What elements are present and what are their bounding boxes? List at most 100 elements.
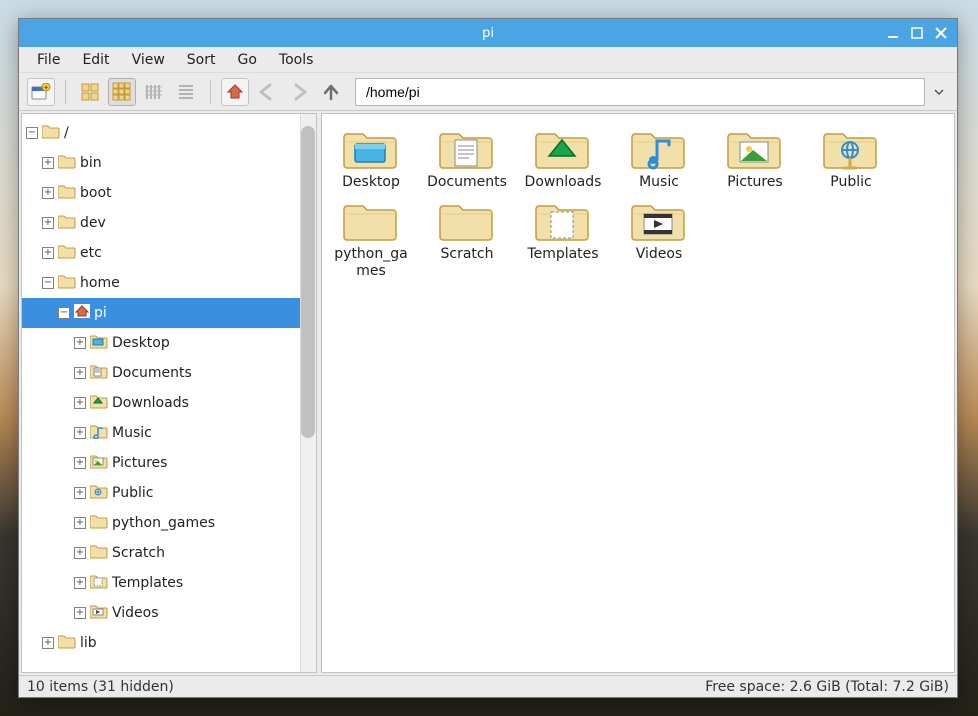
view-small-icons-button[interactable]: [108, 78, 136, 106]
window-title: pi: [482, 26, 494, 41]
up-button[interactable]: [317, 78, 345, 106]
folder-label: Pictures: [727, 174, 782, 192]
tree-item-desktop[interactable]: + Desktop: [22, 328, 316, 358]
menu-edit[interactable]: Edit: [72, 49, 119, 71]
path-bar[interactable]: [355, 78, 925, 106]
tree-item-label: dev: [80, 215, 106, 231]
folder-mini-blue-icon: [90, 333, 108, 353]
tree-expander-icon[interactable]: +: [74, 577, 86, 589]
tree-item-pi[interactable]: − pi: [22, 298, 316, 328]
folder-icon: [58, 183, 76, 203]
tree-item-public[interactable]: + Public: [22, 478, 316, 508]
minimize-button[interactable]: [881, 21, 905, 45]
close-button[interactable]: [929, 21, 953, 45]
toolbar: ✦: [19, 73, 957, 111]
folder-label: Documents: [427, 174, 507, 192]
folder-label: Templates: [527, 246, 598, 264]
folder-icon: [439, 196, 495, 244]
folder-mini-pic-icon: [90, 453, 108, 473]
sidebar-scrollbar-thumb[interactable]: [301, 126, 315, 438]
tree-item-lib[interactable]: + lib: [22, 628, 316, 658]
tree-expander-icon[interactable]: +: [42, 247, 54, 259]
folder-desktop[interactable]: Desktop: [328, 124, 414, 192]
folder-pictures[interactable]: Pictures: [712, 124, 798, 192]
tree-item-python-games[interactable]: + python_games: [22, 508, 316, 538]
tree-item-label: home: [80, 275, 120, 291]
view-large-icons-button[interactable]: [76, 78, 104, 106]
tree-expander-icon[interactable]: +: [74, 547, 86, 559]
menu-file[interactable]: File: [27, 49, 70, 71]
tree-item-scratch[interactable]: + Scratch: [22, 538, 316, 568]
view-compact-button[interactable]: [140, 78, 168, 106]
path-input[interactable]: [364, 83, 916, 101]
forward-button[interactable]: [285, 78, 313, 106]
tree-expander-icon[interactable]: +: [74, 517, 86, 529]
tree-expander-icon[interactable]: +: [42, 637, 54, 649]
tree-expander-icon[interactable]: +: [74, 607, 86, 619]
folder-videos-icon: [631, 196, 687, 244]
tree-expander-icon[interactable]: +: [74, 397, 86, 409]
tree-item-videos[interactable]: + Videos: [22, 598, 316, 628]
tree-item-templates[interactable]: + Templates: [22, 568, 316, 598]
tree-expander-icon[interactable]: +: [42, 217, 54, 229]
tree-expander-icon[interactable]: +: [42, 187, 54, 199]
folder-downloads[interactable]: Downloads: [520, 124, 606, 192]
folder-documents[interactable]: Documents: [424, 124, 510, 192]
tree-item-label: python_games: [112, 515, 215, 531]
tree-expander-icon[interactable]: −: [26, 127, 38, 139]
tree-item-bin[interactable]: + bin: [22, 148, 316, 178]
sidebar-tree[interactable]: − / + bin + boot + dev + etc − home − pi…: [21, 113, 317, 673]
folder-mini-vid-icon: [90, 603, 108, 623]
tree-item-label: Public: [112, 485, 153, 501]
home-button[interactable]: [221, 78, 249, 106]
tree-expander-icon[interactable]: +: [74, 367, 86, 379]
menu-tools[interactable]: Tools: [269, 49, 324, 71]
tree-expander-icon[interactable]: +: [74, 337, 86, 349]
folder-music[interactable]: Music: [616, 124, 702, 192]
maximize-button[interactable]: [905, 21, 929, 45]
tree-expander-icon[interactable]: +: [74, 487, 86, 499]
tree-item-documents[interactable]: + Documents: [22, 358, 316, 388]
new-tab-button[interactable]: ✦: [27, 78, 55, 106]
path-history-dropdown[interactable]: [929, 78, 949, 106]
tree-item-home[interactable]: − home: [22, 268, 316, 298]
menu-view[interactable]: View: [122, 49, 175, 71]
folder-mini-dl-icon: [90, 393, 108, 413]
tree-item-dev[interactable]: + dev: [22, 208, 316, 238]
folder-icon: [58, 213, 76, 233]
tree-item-label: bin: [80, 155, 102, 171]
tree-item-boot[interactable]: + boot: [22, 178, 316, 208]
folder-documents-icon: [439, 124, 495, 172]
folder-scratch[interactable]: Scratch: [424, 196, 510, 281]
folder-icon: [58, 243, 76, 263]
folder-label: Public: [830, 174, 871, 192]
menu-go[interactable]: Go: [228, 49, 267, 71]
tree-expander-icon[interactable]: −: [58, 307, 70, 319]
folder-templates[interactable]: Templates: [520, 196, 606, 281]
tree-item--[interactable]: − /: [22, 118, 316, 148]
svg-text:✦: ✦: [43, 84, 49, 92]
tree-item-music[interactable]: + Music: [22, 418, 316, 448]
menu-sort[interactable]: Sort: [177, 49, 226, 71]
folder-mini-music-icon: [90, 423, 108, 443]
folder-view[interactable]: Desktop Documents Downloads Music Pictur…: [321, 113, 955, 673]
tree-expander-icon[interactable]: +: [74, 427, 86, 439]
folder-label: Videos: [636, 246, 683, 264]
body: − / + bin + boot + dev + etc − home − pi…: [19, 111, 957, 675]
folder-python-games[interactable]: python_games: [328, 196, 414, 281]
tree-item-pictures[interactable]: + Pictures: [22, 448, 316, 478]
tree-item-label: Music: [112, 425, 152, 441]
back-button[interactable]: [253, 78, 281, 106]
view-list-button[interactable]: [172, 78, 200, 106]
tree-expander-icon[interactable]: +: [74, 457, 86, 469]
tree-expander-icon[interactable]: +: [42, 157, 54, 169]
folder-videos[interactable]: Videos: [616, 196, 702, 281]
folder-mini-tpl-icon: [90, 573, 108, 593]
folder-public[interactable]: Public: [808, 124, 894, 192]
tree-expander-icon[interactable]: −: [42, 277, 54, 289]
tree-item-downloads[interactable]: + Downloads: [22, 388, 316, 418]
tree-item-etc[interactable]: + etc: [22, 238, 316, 268]
tree-item-label: /: [64, 125, 69, 141]
tree-item-label: Videos: [112, 605, 159, 621]
sidebar-scrollbar-track[interactable]: [300, 114, 316, 672]
